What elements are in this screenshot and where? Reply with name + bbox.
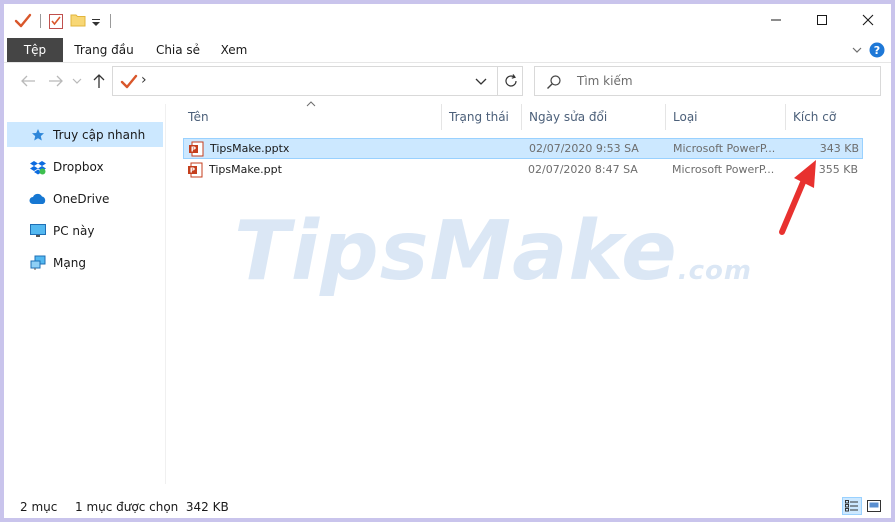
back-arrow-icon[interactable] (18, 71, 38, 91)
column-divider[interactable] (521, 104, 522, 130)
sidebar-item-label: OneDrive (53, 191, 110, 206)
ribbon-tabs: Tệp Trang đầu Chia sẻ Xem ? (4, 38, 891, 62)
sidebar-item-label: Dropbox (53, 159, 104, 174)
file-explorer-window: Tệp Trang đầu Chia sẻ Xem ? › Tìm kiếm T… (4, 4, 891, 518)
column-header-size[interactable]: Kích cỡ (793, 104, 836, 130)
quick-access-separator (40, 14, 41, 28)
refresh-icon (504, 74, 517, 87)
large-icons-view-button[interactable] (864, 497, 884, 515)
sidebar-item-dropbox[interactable]: Dropbox (7, 154, 163, 179)
table-row[interactable]: P TipsMake.pptx 02/07/2020 9:53 SA Micro… (183, 138, 863, 159)
column-header-date[interactable]: Ngày sửa đổi (529, 104, 607, 130)
chevron-down-icon[interactable] (474, 75, 488, 89)
sidebar-item-quick-access[interactable]: Truy cập nhanh (7, 122, 163, 147)
checkmark-icon[interactable] (14, 12, 32, 30)
column-divider[interactable] (441, 104, 442, 130)
dropbox-icon (29, 158, 47, 176)
sidebar-item-network[interactable]: Mạng (7, 250, 163, 275)
tab-share[interactable]: Chia sẻ (154, 38, 202, 62)
new-folder-icon[interactable] (70, 12, 86, 28)
file-date: 02/07/2020 9:53 SA (529, 142, 639, 155)
table-row[interactable]: P TipsMake.ppt 02/07/2020 8:47 SA Micros… (183, 160, 863, 181)
column-divider[interactable] (785, 104, 786, 130)
selection-info: 1 mục được chọn 342 KB (75, 500, 229, 514)
item-count: 2 mục (20, 500, 58, 514)
sidebar-item-onedrive[interactable]: OneDrive (7, 186, 163, 211)
sidebar-item-label: Truy cập nhanh (53, 127, 146, 142)
column-divider[interactable] (665, 104, 666, 130)
search-icon (546, 74, 562, 90)
properties-icon[interactable] (48, 12, 64, 30)
minimize-button[interactable] (753, 4, 799, 36)
network-icon (29, 254, 47, 272)
column-header-type[interactable]: Loại (673, 104, 698, 130)
star-icon (29, 126, 47, 144)
customize-toolbar-icon[interactable] (90, 12, 102, 30)
tab-file[interactable]: Tệp (7, 38, 63, 62)
annotation-arrow-icon (779, 160, 816, 235)
forward-arrow-icon[interactable] (46, 71, 66, 91)
up-arrow-icon[interactable] (89, 71, 109, 91)
column-header-name[interactable]: Tên (188, 104, 209, 130)
cloud-icon (29, 190, 47, 208)
file-date: 02/07/2020 8:47 SA (528, 163, 638, 176)
refresh-button[interactable] (497, 67, 523, 95)
title-bar (4, 4, 891, 38)
recent-locations-icon[interactable] (70, 71, 84, 91)
file-type: Microsoft PowerP... (673, 142, 776, 155)
watermark-suffix: .com (677, 256, 752, 286)
ribbon-divider (4, 62, 891, 63)
expand-ribbon-icon[interactable] (849, 42, 865, 58)
close-button[interactable] (845, 4, 891, 36)
tab-home[interactable]: Trang đầu (74, 38, 134, 62)
svg-text:?: ? (874, 44, 880, 57)
sidebar-item-label: Mạng (53, 255, 86, 270)
details-view-button[interactable] (842, 497, 862, 515)
sidebar-item-this-pc[interactable]: PC này (7, 218, 163, 243)
column-header-status[interactable]: Trạng thái (449, 104, 509, 130)
search-placeholder: Tìm kiếm (577, 74, 633, 88)
breadcrumb-separator[interactable]: › (141, 72, 147, 88)
watermark-text: TipsMake (234, 204, 678, 299)
sidebar-item-label: PC này (53, 223, 95, 238)
file-type: Microsoft PowerP... (672, 163, 775, 176)
powerpoint-file-icon: P (188, 141, 204, 157)
svg-text:P: P (191, 146, 196, 154)
title-separator (110, 14, 111, 28)
status-bar: 2 mục 1 mục được chọn 342 KB (4, 492, 891, 518)
help-icon[interactable]: ? (869, 42, 885, 58)
maximize-button[interactable] (799, 4, 845, 36)
file-name: TipsMake.pptx (210, 142, 290, 155)
watermark: TipsMake.com (234, 204, 751, 314)
sort-ascending-icon (306, 100, 316, 108)
svg-text:P: P (190, 167, 195, 175)
navigation-pane: Truy cập nhanh Dropbox OneDrive PC này M… (4, 104, 166, 484)
monitor-icon (29, 222, 47, 240)
file-name: TipsMake.ppt (209, 163, 282, 176)
tab-view[interactable]: Xem (216, 38, 252, 62)
checkmark-icon (120, 73, 138, 91)
address-bar[interactable]: › (112, 66, 523, 96)
search-input[interactable]: Tìm kiếm (534, 66, 881, 96)
powerpoint-file-icon: P (187, 162, 203, 178)
